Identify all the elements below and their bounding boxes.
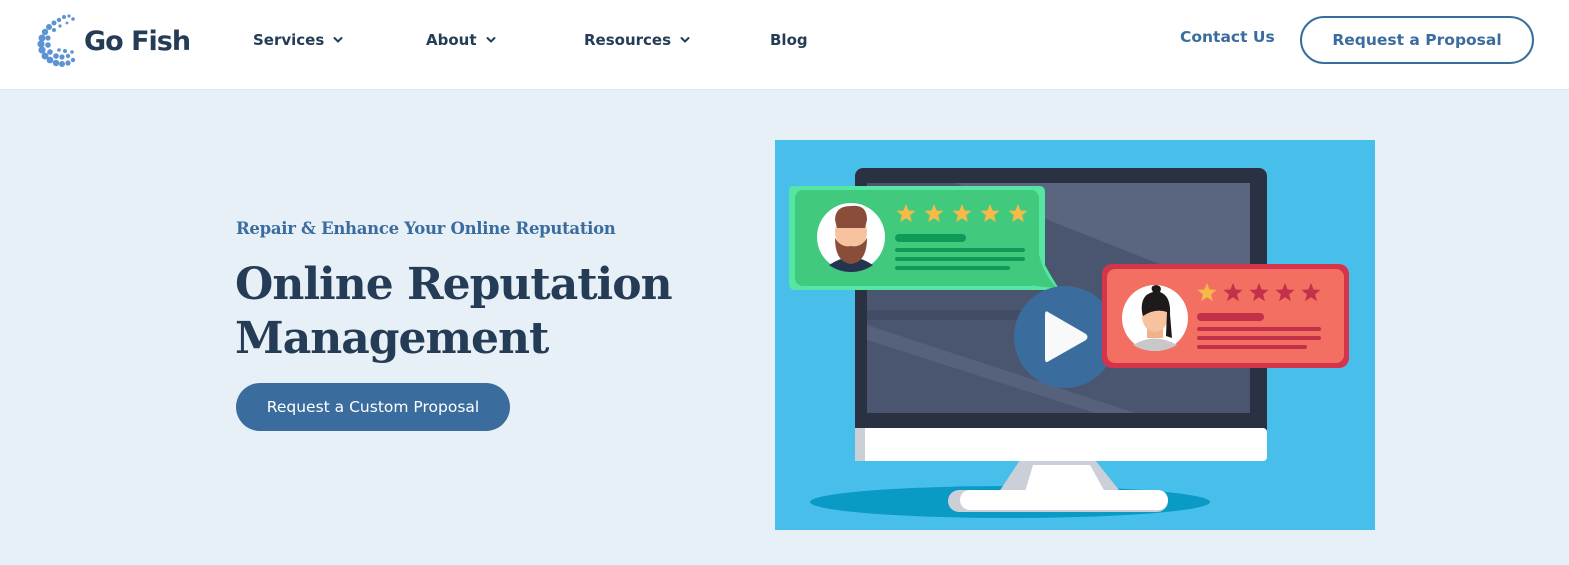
nav-services[interactable]: Services (253, 28, 343, 52)
nav-resources-label: Resources (584, 31, 672, 49)
logo-mark-icon (37, 14, 76, 67)
hero-eyebrow: Repair & Enhance Your Online Reputation (236, 219, 616, 238)
review-illustration (789, 168, 1349, 518)
contact-us-link[interactable]: Contact Us (1180, 28, 1275, 46)
request-custom-proposal-button[interactable]: Request a Custom Proposal (236, 383, 510, 431)
nav-resources[interactable]: Resources (584, 28, 690, 52)
monitor-chin (855, 428, 1267, 461)
play-button (1014, 286, 1116, 388)
nav-about[interactable]: About (426, 28, 496, 52)
nav-blog[interactable]: Blog (770, 28, 808, 52)
logo[interactable]: Go Fish (34, 12, 194, 70)
negative-review-bubble (1102, 264, 1349, 368)
logo-text: Go Fish (84, 25, 191, 57)
hero-title-line2: Management (235, 313, 549, 364)
chevron-down-icon (680, 37, 690, 43)
chevron-down-icon (486, 37, 496, 43)
chevron-down-icon (333, 37, 343, 43)
hero-title-line1: Online Reputation (235, 259, 673, 310)
positive-review-bubble (789, 186, 1060, 290)
request-proposal-button[interactable]: Request a Proposal (1300, 16, 1534, 64)
nav-blog-label: Blog (770, 31, 808, 49)
nav-about-label: About (426, 31, 477, 49)
hero-title: Online Reputation Management (235, 258, 715, 366)
site-header: Go Fish Services About Resources Blog Co… (0, 0, 1569, 90)
hero-video-thumbnail[interactable] (775, 140, 1375, 530)
nav-services-label: Services (253, 31, 325, 49)
